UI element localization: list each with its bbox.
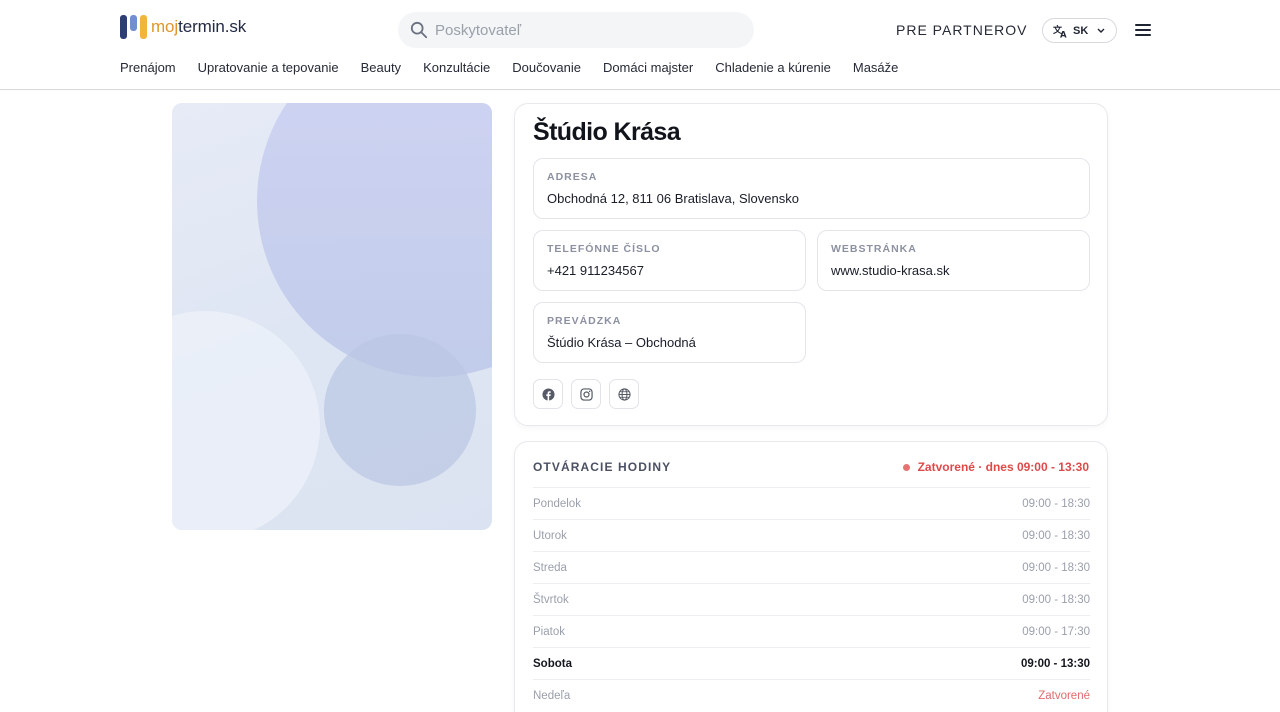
day-hours-closed: Zatvorené (1038, 689, 1090, 702)
nav-item-masaze[interactable]: Masáže (853, 60, 899, 75)
language-code: SK (1073, 24, 1089, 37)
status-text: Zatvorené · dnes 09:00 - 13:30 (917, 460, 1089, 474)
day-name: Nedeľa (533, 689, 571, 702)
hours-row: Streda 09:00 - 18:30 (533, 551, 1090, 583)
opening-hours-title: OTVÁRACIE HODINY (533, 460, 672, 474)
address-value: Obchodná 12, 811 06 Bratislava, Slovensk… (547, 191, 799, 206)
social-links (533, 379, 639, 409)
hours-row: Nedeľa Zatvorené (533, 679, 1090, 711)
day-hours: 09:00 - 17:30 (1022, 625, 1090, 638)
instagram-button[interactable] (571, 379, 601, 409)
phone-field[interactable]: TELEFÓNNE ČÍSLO +421 911234567 (533, 230, 806, 291)
day-hours: 09:00 - 18:30 (1022, 529, 1090, 542)
website-field[interactable]: WEBSTRÁNKA www.studio-krasa.sk (817, 230, 1090, 291)
hours-row-today: Sobota 09:00 - 13:30 (533, 647, 1090, 679)
nav-item-konzultacie[interactable]: Konzultácie (423, 60, 490, 75)
logo[interactable]: mojtermin.sk (120, 14, 246, 40)
day-name: Sobota (533, 657, 572, 670)
day-hours: 09:00 - 18:30 (1022, 561, 1090, 574)
provider-name: Štúdio Krása (533, 118, 681, 146)
day-name: Piatok (533, 625, 565, 638)
phone-label: TELEFÓNNE ČÍSLO (547, 243, 661, 255)
website-button[interactable] (609, 379, 639, 409)
shop-field: PREVÁDZKA Štúdio Krása – Obchodná (533, 302, 806, 363)
website-value[interactable]: www.studio-krasa.sk (831, 263, 1076, 278)
day-name: Utorok (533, 529, 567, 542)
day-hours: 09:00 - 13:30 (1020, 657, 1090, 670)
hours-row: Štvrtok 09:00 - 18:30 (533, 583, 1090, 615)
hours-row: Pondelok 09:00 - 18:30 (533, 487, 1090, 519)
hamburger-menu-icon[interactable] (1134, 22, 1154, 38)
shop-label: PREVÁDZKA (547, 315, 622, 327)
nav-item-prenajom[interactable]: Prenájom (120, 60, 176, 75)
day-name: Štvrtok (533, 593, 569, 606)
partners-link[interactable]: PRE PARTNEROV (896, 22, 1028, 38)
logo-mark-icon (120, 15, 148, 39)
hours-list: Pondelok 09:00 - 18:30 Utorok 09:00 - 18… (533, 487, 1090, 711)
search-icon (410, 21, 428, 39)
svg-text:A: A (1060, 30, 1067, 38)
chevron-down-icon (1097, 28, 1105, 33)
nav-item-domaci-majster[interactable]: Domáci majster (603, 60, 693, 75)
nav-item-upratovanie[interactable]: Upratovanie a tepovanie (198, 60, 339, 75)
search-bar[interactable] (398, 12, 754, 48)
address-label: ADRESA (547, 171, 598, 183)
shop-value: Štúdio Krása – Obchodná (547, 335, 696, 350)
category-nav: Prenájom Upratovanie a tepovanie Beauty … (120, 60, 920, 75)
day-name: Pondelok (533, 497, 581, 510)
opening-hours-card: OTVÁRACIE HODINY Zatvorené · dnes 09:00 … (514, 441, 1108, 712)
website-label: WEBSTRÁNKA (831, 243, 917, 255)
search-input[interactable] (435, 21, 735, 39)
logo-text: mojtermin.sk (151, 17, 247, 36)
nav-item-doucovanie[interactable]: Doučovanie (512, 60, 581, 75)
opening-status: Zatvorené · dnes 09:00 - 13:30 (902, 460, 1089, 474)
day-hours: 09:00 - 18:30 (1022, 497, 1090, 510)
site-header: mojtermin.sk PRE PARTNEROV 文 A SK Prenáj… (0, 0, 1280, 90)
nav-item-beauty[interactable]: Beauty (361, 60, 401, 75)
nav-item-chladenie[interactable]: Chladenie a kúrenie (715, 60, 831, 75)
address-field: ADRESA Obchodná 12, 811 06 Bratislava, S… (533, 158, 1090, 219)
provider-image-placeholder (172, 103, 492, 530)
day-name: Streda (533, 561, 567, 574)
status-dot-icon (902, 463, 910, 471)
provider-info-card: Štúdio Krása ADRESA Obchodná 12, 811 06 … (514, 103, 1108, 426)
phone-value[interactable]: +421 911234567 (547, 263, 792, 278)
day-hours: 09:00 - 18:30 (1022, 593, 1090, 606)
hours-row: Utorok 09:00 - 18:30 (533, 519, 1090, 551)
translate-icon: 文 A (1053, 24, 1067, 38)
facebook-icon (541, 387, 555, 401)
instagram-icon (579, 387, 593, 401)
language-selector[interactable]: 文 A SK (1042, 18, 1117, 43)
facebook-button[interactable] (533, 379, 563, 409)
hours-row: Piatok 09:00 - 17:30 (533, 615, 1090, 647)
globe-icon (617, 387, 631, 401)
